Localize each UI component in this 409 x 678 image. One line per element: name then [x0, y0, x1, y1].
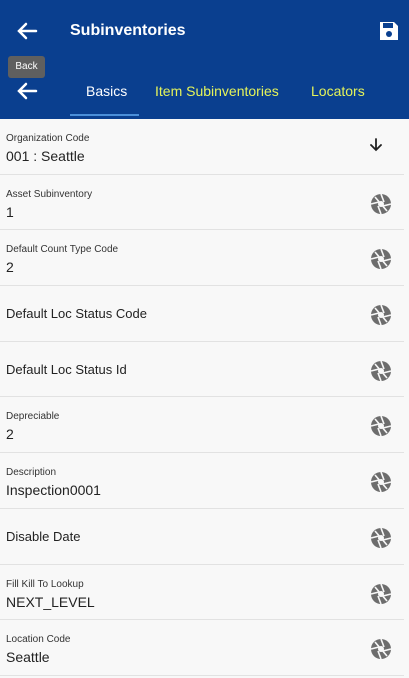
field-depreciable[interactable]: Depreciable 2 — [0, 397, 404, 454]
field-value: 2 — [6, 426, 14, 443]
aperture-icon[interactable] — [370, 583, 392, 605]
field-label: Organization Code — [6, 133, 90, 144]
tab-bar: Basics Item Subinventories Locators — [0, 62, 409, 119]
field-value: Seattle — [6, 649, 50, 666]
back-button[interactable] — [12, 16, 42, 46]
tab-basics[interactable]: Basics — [86, 83, 127, 99]
field-organization-code[interactable]: Organization Code 001 : Seattle — [0, 119, 404, 175]
save-button[interactable] — [377, 19, 401, 43]
arrow-left-icon — [17, 82, 38, 100]
aperture-icon[interactable] — [370, 415, 392, 437]
aperture-icon[interactable] — [370, 304, 392, 326]
field-default-loc-status-id[interactable]: Default Loc Status Id — [0, 342, 404, 398]
field-asset-subinventory[interactable]: Asset Subinventory 1 — [0, 175, 404, 231]
aperture-icon[interactable] — [370, 527, 392, 549]
tab-locators[interactable]: Locators — [311, 83, 365, 99]
field-label: Fill Kill To Lookup — [6, 578, 84, 590]
page-title: Subinventories — [70, 22, 186, 39]
field-fill-kill-to-lookup[interactable]: Fill Kill To Lookup NEXT_LEVEL — [0, 565, 404, 621]
aperture-icon[interactable] — [370, 248, 392, 270]
field-value: NEXT_LEVEL — [6, 593, 95, 610]
aperture-icon[interactable] — [370, 638, 392, 660]
field-default-count-type-code[interactable]: Default Count Type Code 2 — [0, 230, 404, 287]
tab-back-button[interactable] — [12, 76, 42, 106]
field-label: Asset Subinventory — [6, 188, 93, 200]
field-value: 1 — [6, 203, 14, 220]
aperture-icon[interactable] — [370, 193, 392, 215]
app-bar: Subinventories — [0, 0, 409, 62]
field-default-loc-status-code[interactable]: Default Loc Status Code — [0, 286, 404, 342]
back-tooltip: Back — [8, 56, 45, 78]
field-value: 001 : Seattle — [6, 148, 85, 164]
tab-item-subinventories[interactable]: Item Subinventories — [155, 83, 279, 99]
field-value: Inspection0001 — [6, 482, 101, 499]
field-label: Default Loc Status Code — [6, 306, 147, 322]
arrow-left-icon — [17, 22, 38, 40]
field-location-code[interactable]: Location Code Seattle — [0, 620, 404, 676]
field-label: Location Code — [6, 634, 71, 646]
aperture-icon[interactable] — [370, 360, 392, 382]
field-disable-date[interactable]: Disable Date — [0, 509, 404, 565]
arrow-down-icon[interactable] — [368, 137, 384, 153]
active-tab-indicator — [70, 114, 139, 116]
field-label: Default Loc Status Id — [6, 361, 127, 377]
field-label: Depreciable — [6, 411, 60, 423]
field-label: Default Count Type Code — [6, 244, 119, 256]
field-value: 2 — [6, 259, 14, 276]
field-label: Disable Date — [6, 528, 81, 544]
field-list: Organization Code 001 : Seattle Asset Su… — [0, 119, 409, 676]
aperture-icon[interactable] — [370, 471, 392, 493]
field-description[interactable]: Description Inspection0001 — [0, 453, 404, 509]
save-icon — [380, 22, 398, 40]
field-label: Description — [6, 467, 57, 479]
